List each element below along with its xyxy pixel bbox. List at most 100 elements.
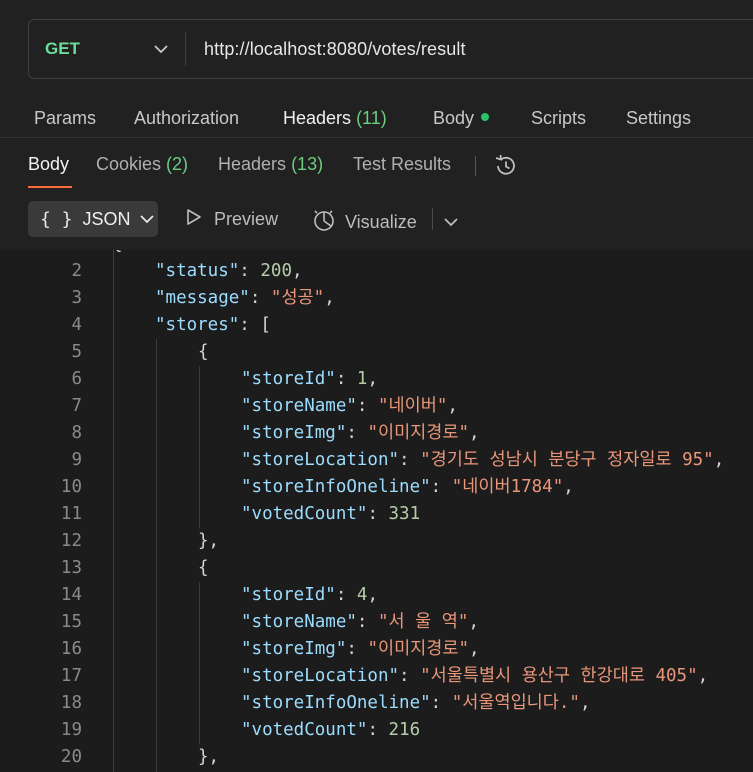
json-key-token: "storeName"	[241, 396, 357, 416]
headers-count: (11)	[356, 108, 387, 128]
tab-body-label: Body	[433, 108, 475, 128]
json-punc-token: ,	[447, 396, 458, 416]
visualize-button[interactable]: Visualize	[312, 208, 417, 237]
line-number: 19	[60, 720, 82, 740]
http-method-select[interactable]: GET	[45, 39, 141, 59]
json-key-token: "storeImg"	[241, 639, 347, 659]
code-line: 4 "stores": [	[0, 312, 753, 339]
code-line: 2 "status": 200,	[0, 258, 753, 285]
line-number: 10	[60, 477, 82, 497]
json-str-token: "이미지경로"	[367, 423, 470, 443]
url-input[interactable]: http://localhost:8080/votes/result	[204, 39, 466, 60]
json-key-token: "storeLocation"	[241, 666, 400, 686]
response-headers-count: (13)	[291, 154, 324, 174]
visualize-label: Visualize	[345, 212, 417, 232]
play-icon	[186, 208, 202, 231]
chevron-down-icon	[139, 214, 154, 224]
json-punc-token: :	[239, 261, 261, 281]
code-text: "votedCount": 331	[241, 501, 420, 528]
code-line: 9 "storeLocation": "경기도 성남시 분당구 정자일로 95",	[0, 447, 753, 474]
tab-headers[interactable]: Headers (11)	[283, 108, 387, 129]
divider	[432, 208, 433, 230]
tab-body[interactable]: Body	[433, 108, 490, 129]
json-punc-token: :	[335, 369, 357, 389]
json-str-token: "서울역입니다."	[451, 693, 580, 713]
json-punc-token: },	[198, 531, 220, 551]
json-punc-token: {	[198, 558, 209, 578]
code-line: 8 "storeImg": "이미지경로",	[0, 420, 753, 447]
code-line: 16 "storeImg": "이미지경로",	[0, 636, 753, 663]
tab-authorization[interactable]: Authorization	[134, 108, 239, 129]
line-number: 7	[71, 396, 82, 416]
code-line: 17 "storeLocation": "서울특별시 용산구 한강대로 405",	[0, 663, 753, 690]
line-number: 2	[71, 261, 82, 281]
json-punc-token: :	[249, 288, 271, 308]
response-body-viewer[interactable]: {2"status": 200,3"message": "성공",4"store…	[0, 250, 753, 772]
response-tab-test-results[interactable]: Test Results	[353, 154, 451, 175]
history-icon[interactable]	[493, 153, 519, 184]
response-tab-cookies[interactable]: Cookies (2)	[96, 154, 188, 175]
code-line: 20},	[0, 744, 753, 771]
json-punc-token: : [	[239, 315, 271, 335]
divider	[0, 137, 753, 138]
json-punc-token: ,	[697, 666, 709, 686]
json-punc-token: ,	[367, 585, 378, 605]
chevron-down-icon[interactable]	[444, 214, 458, 232]
json-punc-token: :	[367, 720, 389, 740]
json-key-token: "storeId"	[241, 585, 336, 605]
json-key-token: "storeName"	[241, 612, 357, 632]
code-text: {	[198, 339, 209, 366]
code-line: 19 "votedCount": 216	[0, 717, 753, 744]
json-punc-token: :	[399, 666, 421, 686]
json-key-token: "votedCount"	[241, 720, 368, 740]
line-number: 18	[60, 693, 82, 713]
divider	[475, 156, 476, 176]
json-punc-token: ,	[563, 477, 574, 497]
body-indicator-dot	[481, 113, 490, 122]
code-line: 3 "message": "성공",	[0, 285, 753, 312]
line-number: 5	[71, 342, 82, 362]
format-select[interactable]: { } JSON	[28, 201, 158, 237]
chevron-down-icon[interactable]	[141, 44, 181, 54]
json-punc-token: ,	[324, 288, 335, 308]
code-text: "storeName": "네이버",	[241, 393, 458, 420]
preview-button[interactable]: Preview	[186, 208, 278, 231]
request-tabs: Params Authorization Headers (11) Body S…	[0, 100, 753, 137]
format-label: JSON	[82, 208, 131, 229]
code-text: "storeLocation": "서울특별시 용산구 한강대로 405",	[241, 663, 708, 690]
code-line: 10 "storeInfoOneline": "네이버1784",	[0, 474, 753, 501]
line-number: 6	[71, 369, 82, 389]
json-str-token: "이미지경로"	[367, 639, 470, 659]
url-bar: GET http://localhost:8080/votes/result	[28, 19, 753, 79]
json-str-token: "서 울 역"	[377, 612, 469, 632]
json-punc-token: ,	[367, 369, 378, 389]
line-number: 13	[60, 558, 82, 578]
code-text: "storeInfoOneline": "서울역입니다.",	[241, 690, 591, 717]
json-key-token: "storeLocation"	[241, 450, 400, 470]
code-line: 18 "storeInfoOneline": "서울역입니다.",	[0, 690, 753, 717]
json-key-token: "status"	[155, 261, 240, 281]
json-num-token: 200	[260, 261, 292, 281]
json-punc-token: :	[399, 450, 421, 470]
json-num-token: 1	[356, 369, 368, 389]
code-text: {	[198, 555, 209, 582]
tab-params[interactable]: Params	[34, 108, 96, 129]
json-punc-token: ,	[713, 450, 725, 470]
json-str-token: "네이버1784"	[451, 477, 564, 497]
json-key-token: "storeId"	[241, 369, 336, 389]
tab-settings[interactable]: Settings	[626, 108, 691, 129]
json-punc-token: },	[198, 747, 220, 767]
response-tab-body[interactable]: Body	[28, 154, 69, 175]
json-punc-token: ,	[579, 693, 591, 713]
json-punc-token: :	[335, 585, 357, 605]
code-line: 12},	[0, 528, 753, 555]
json-str-token: "서울특별시 용산구 한강대로 405"	[420, 666, 698, 686]
code-line: 11 "votedCount": 331	[0, 501, 753, 528]
json-key-token: "votedCount"	[241, 504, 368, 524]
line-number: 9	[71, 450, 82, 470]
json-punc-token: ,	[469, 423, 480, 443]
response-tab-headers[interactable]: Headers (13)	[218, 154, 323, 175]
code-text: "message": "성공",	[155, 285, 335, 312]
cookies-count: (2)	[166, 154, 189, 174]
tab-scripts[interactable]: Scripts	[531, 108, 586, 129]
